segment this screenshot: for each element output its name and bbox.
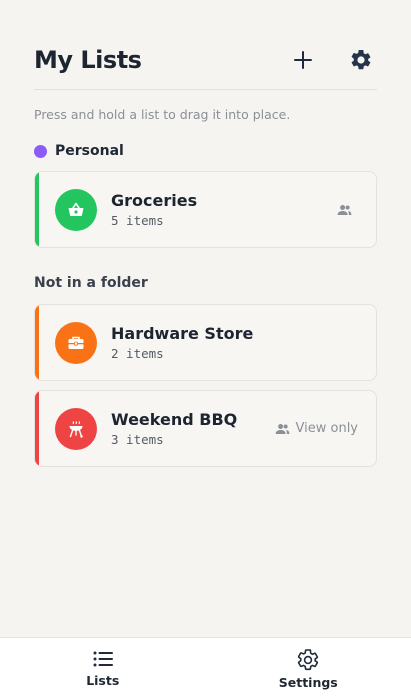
shared-indicator <box>337 204 358 216</box>
header-divider <box>34 89 377 90</box>
list-card-weekend-bbq[interactable]: Weekend BBQ 3 items View only <box>34 390 377 467</box>
list-card-hardware-store[interactable]: Hardware Store 2 items <box>34 304 377 381</box>
folder-name: Personal <box>55 143 124 159</box>
list-icon-badge <box>55 407 97 450</box>
settings-button[interactable] <box>345 44 377 76</box>
list-name: Weekend BBQ <box>111 410 238 429</box>
card-accent <box>35 305 39 380</box>
list-icon <box>93 651 113 667</box>
header: My Lists <box>34 40 377 80</box>
list-icon-badge <box>55 321 97 364</box>
permission-label: View only <box>295 421 358 436</box>
gear-icon <box>351 49 371 70</box>
list-name: Groceries <box>111 191 198 210</box>
list-item-count: 5 items <box>111 213 164 228</box>
basket-icon <box>68 202 84 216</box>
list-icon-badge <box>55 188 97 231</box>
tab-label: Settings <box>278 675 338 690</box>
page-title: My Lists <box>34 46 142 74</box>
drag-hint: Press and hold a list to drag it into pl… <box>34 107 291 122</box>
shared-indicator: View only <box>275 421 358 436</box>
grill-icon <box>69 420 83 438</box>
tab-lists[interactable]: Lists <box>0 638 206 700</box>
tab-settings[interactable]: Settings <box>206 638 411 700</box>
card-accent <box>35 172 39 247</box>
tab-label: Lists <box>86 673 120 688</box>
add-list-button[interactable] <box>287 44 319 76</box>
section-label-unfiled: Not in a folder <box>34 275 148 291</box>
folder-header-personal[interactable]: Personal <box>34 142 124 160</box>
toolbox-icon <box>68 336 84 349</box>
plus-icon <box>294 51 312 69</box>
bottom-tab-bar: Lists Settings <box>0 637 411 700</box>
people-icon <box>275 423 289 434</box>
list-name: Hardware Store <box>111 324 254 343</box>
gear-icon <box>298 649 319 671</box>
list-item-count: 3 items <box>111 432 164 447</box>
folder-color-dot <box>34 144 47 158</box>
card-accent <box>35 391 39 466</box>
list-item-count: 2 items <box>111 346 164 361</box>
list-card-groceries[interactable]: Groceries 5 items <box>34 171 377 248</box>
people-icon <box>337 204 352 215</box>
